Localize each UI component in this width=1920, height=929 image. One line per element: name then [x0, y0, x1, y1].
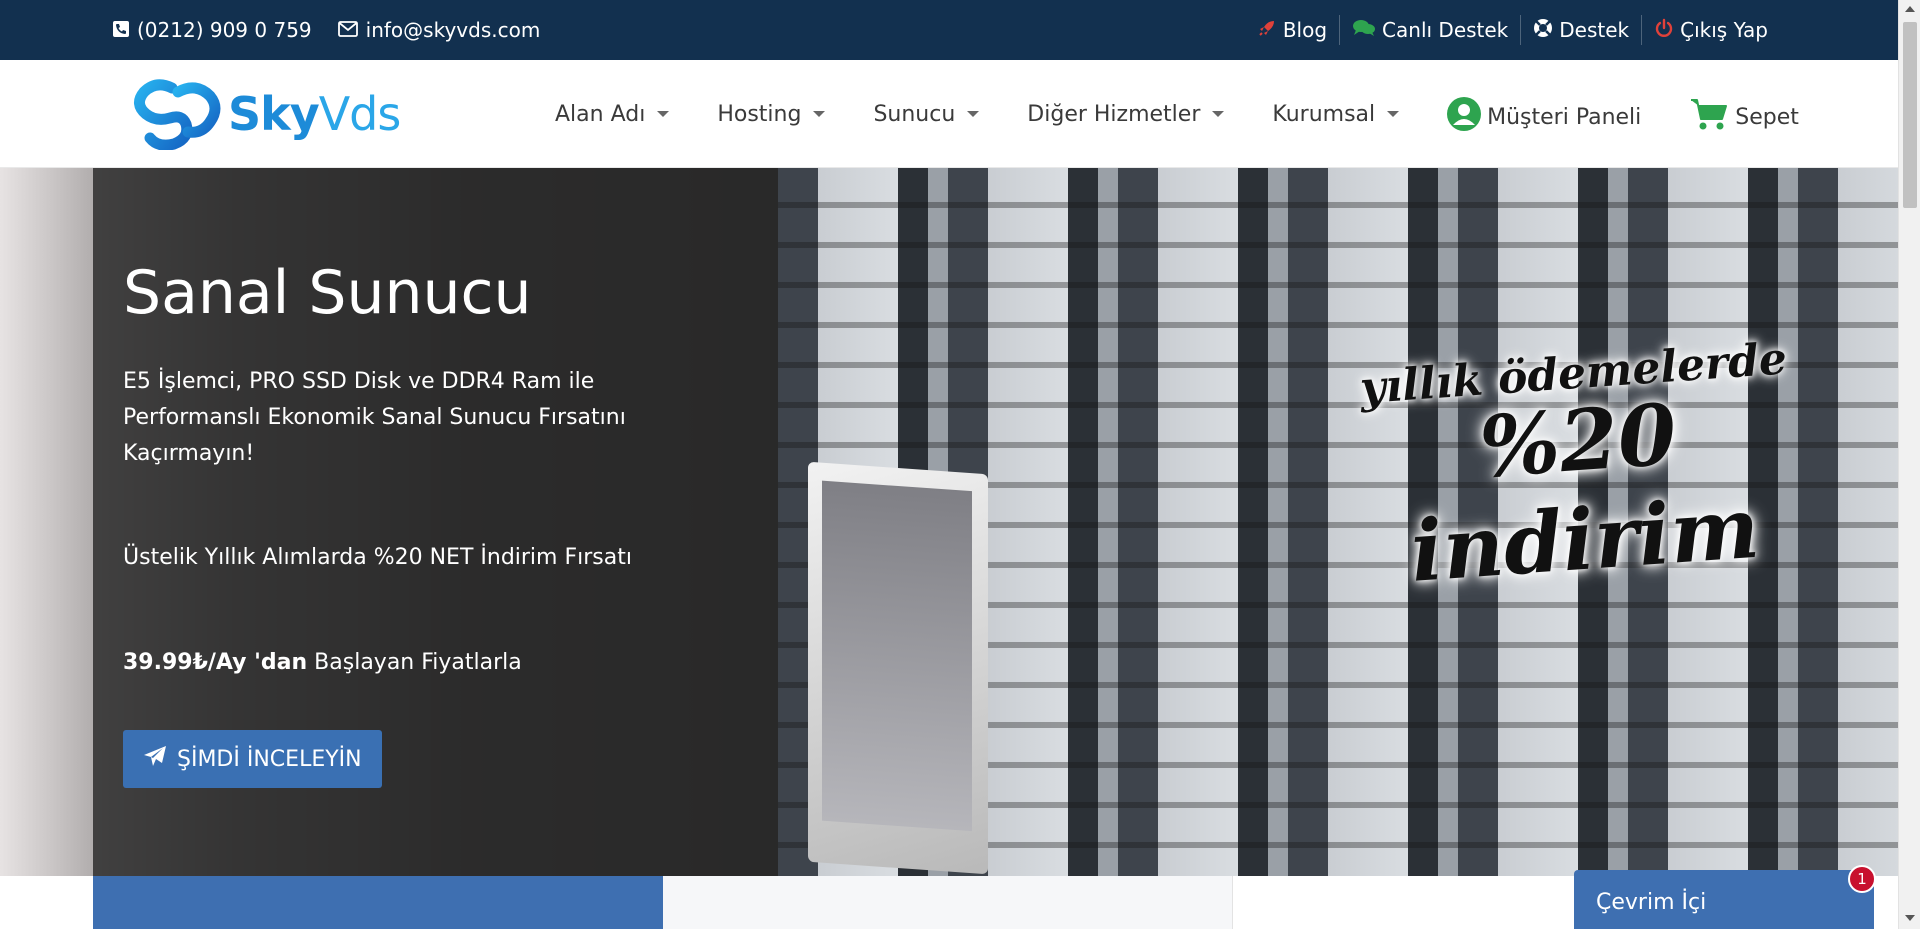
- menu-server[interactable]: Sunucu: [873, 101, 980, 127]
- logo-text: SkyVds: [228, 87, 402, 141]
- live-support-link[interactable]: Canlı Destek: [1339, 15, 1520, 45]
- scroll-down-arrow-icon[interactable]: [1905, 915, 1915, 921]
- hero-price-amount: 39.99₺/Ay 'dan: [123, 650, 308, 675]
- main-navigation: Alan Adı Hosting Sunucu Diğer Hizmetler …: [555, 60, 1799, 168]
- main-header: SkyVds Alan Adı Hosting Sunucu Diğer Hiz…: [0, 60, 1898, 168]
- top-bar: (0212) 909 0 759 info@skyvds.com Blog Ca…: [0, 0, 1898, 60]
- logout-link[interactable]: Çıkış Yap: [1641, 15, 1780, 45]
- hero-title: Sanal Sunucu: [123, 258, 532, 328]
- cart-label: Sepet: [1735, 104, 1799, 130]
- caret-down-icon: [967, 111, 980, 117]
- phone-number: (0212) 909 0 759: [137, 18, 312, 42]
- cart-link[interactable]: Sepet: [1689, 97, 1799, 137]
- menu-server-label: Sunucu: [873, 101, 956, 127]
- chat-icon: [1352, 18, 1376, 42]
- logo-text-sky: Sky: [228, 87, 320, 141]
- feature-card[interactable]: [663, 876, 1233, 929]
- email-address: info@skyvds.com: [365, 18, 541, 42]
- hero-description: E5 İşlemci, PRO SSD Disk ve DDR4 Ram ile…: [123, 369, 626, 466]
- envelope-icon: [337, 18, 358, 42]
- hero-offer: Üstelik Yıllık Alımlarda %20 NET İndirim…: [123, 545, 632, 570]
- review-now-button[interactable]: ŞİMDİ İNCELEYİN: [123, 730, 382, 788]
- menu-other-services-label: Diğer Hizmetler: [1027, 101, 1201, 127]
- live-support-label: Canlı Destek: [1382, 18, 1509, 42]
- top-links: Blog Canlı Destek Destek Çıkış Yap: [1245, 0, 1780, 60]
- phone-contact[interactable]: (0212) 909 0 759: [113, 18, 312, 42]
- hero-price: 39.99₺/Ay 'dan Başlayan Fiyatlarla: [123, 650, 522, 675]
- support-label: Destek: [1559, 18, 1630, 42]
- laptop-screen: [822, 480, 972, 832]
- paper-plane-icon: [143, 745, 167, 773]
- live-chat-widget[interactable]: Çevrim İçi: [1574, 870, 1874, 929]
- caret-down-icon: [813, 111, 826, 117]
- scroll-up-arrow-icon[interactable]: [1905, 6, 1915, 12]
- chat-status-label: Çevrim İçi: [1596, 890, 1707, 915]
- logout-label: Çıkış Yap: [1680, 18, 1768, 42]
- chat-notification-badge: 1: [1848, 865, 1876, 893]
- discount-promo-badge: yıllık ödemelerde %20 indirim: [1312, 330, 1848, 607]
- feature-card-active[interactable]: [93, 876, 663, 929]
- user-circle-icon: [1447, 97, 1482, 137]
- logo-text-vds: Vds: [318, 87, 402, 141]
- menu-domain[interactable]: Alan Adı: [555, 101, 670, 127]
- logo-mark-icon: [126, 78, 222, 151]
- caret-down-icon: [657, 111, 670, 117]
- menu-corporate-label: Kurumsal: [1272, 101, 1376, 127]
- power-icon: [1654, 18, 1674, 43]
- menu-other-services[interactable]: Diğer Hizmetler: [1027, 101, 1225, 127]
- hero-slider: Sanal Sunucu E5 İşlemci, PRO SSD Disk ve…: [0, 168, 1898, 876]
- email-contact[interactable]: info@skyvds.com: [337, 18, 541, 42]
- scroll-thumb[interactable]: [1903, 22, 1917, 208]
- menu-domain-label: Alan Adı: [555, 101, 646, 127]
- laptop-image: [808, 461, 988, 875]
- lifebuoy-icon: [1533, 18, 1553, 43]
- support-link[interactable]: Destek: [1520, 15, 1641, 45]
- rocket-icon: [1257, 18, 1277, 43]
- page-scrollbar[interactable]: [1898, 0, 1920, 929]
- hero-price-suffix: Başlayan Fiyatlarla: [307, 650, 522, 675]
- blog-label: Blog: [1282, 18, 1328, 42]
- blog-link[interactable]: Blog: [1245, 15, 1339, 45]
- caret-down-icon: [1387, 111, 1400, 117]
- cart-icon: [1689, 97, 1729, 137]
- customer-panel-link[interactable]: Müşteri Paneli: [1447, 97, 1641, 137]
- caret-down-icon: [1212, 111, 1225, 117]
- contact-info: (0212) 909 0 759 info@skyvds.com: [113, 0, 540, 60]
- customer-panel-label: Müşteri Paneli: [1487, 104, 1642, 130]
- phone-icon: [113, 18, 129, 42]
- menu-corporate[interactable]: Kurumsal: [1272, 101, 1400, 127]
- menu-hosting-label: Hosting: [717, 101, 802, 127]
- review-now-label: ŞİMDİ İNCELEYİN: [177, 746, 362, 772]
- site-logo[interactable]: SkyVds: [126, 78, 402, 151]
- menu-hosting[interactable]: Hosting: [717, 101, 826, 127]
